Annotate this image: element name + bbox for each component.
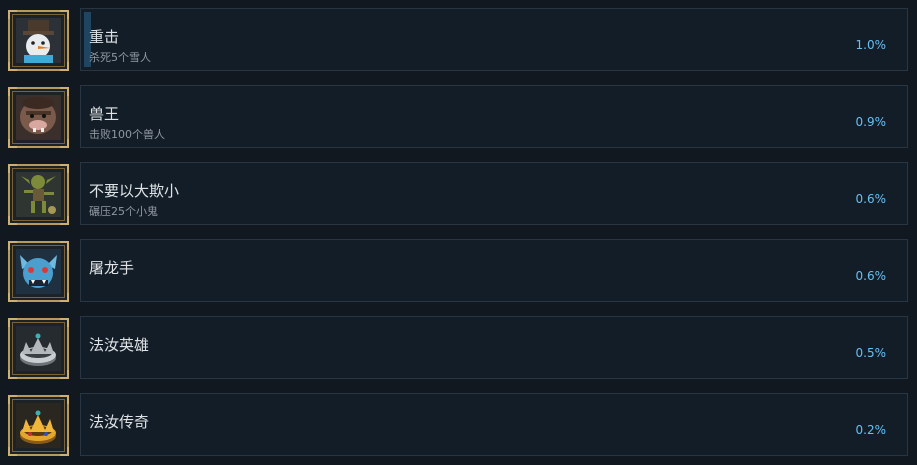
achievement-description: 击败100个兽人	[89, 128, 165, 141]
achievement-card: 法汝英雄 0.5%	[80, 316, 908, 379]
achievement-icon-frame	[8, 87, 69, 148]
orc-icon	[16, 95, 61, 140]
achievement-description: 碾压25个小鬼	[89, 205, 158, 218]
achievement-title: 重击	[89, 28, 120, 46]
achievement-list: 重击 杀死5个雪人 1.0% 兽王 击败100个兽人 0.9% 不要以大欺小 碾…	[0, 0, 917, 465]
achievement-percent: 0.6%	[855, 192, 887, 206]
achievement-title: 法汝传奇	[89, 413, 150, 431]
achievement-title: 法汝英雄	[89, 336, 150, 354]
achievement-icon-frame	[8, 164, 69, 225]
achievement-card: 屠龙手 0.6%	[80, 239, 908, 302]
achievement-row[interactable]: 不要以大欺小 碾压25个小鬼 0.6%	[0, 162, 917, 227]
achievement-row[interactable]: 法汝英雄 0.5%	[0, 316, 917, 381]
achievement-title: 兽王	[89, 105, 120, 123]
dragon-icon	[16, 249, 61, 294]
achievement-row[interactable]: 兽王 击败100个兽人 0.9%	[0, 85, 917, 150]
achievement-percent: 0.9%	[855, 115, 887, 129]
achievement-icon-frame	[8, 318, 69, 379]
achievement-percent: 0.5%	[855, 346, 887, 360]
achievement-description: 杀死5个雪人	[89, 51, 151, 64]
achievement-percent: 0.6%	[855, 269, 887, 283]
achievement-percent: 0.2%	[855, 423, 887, 437]
gold-crown-icon	[16, 403, 61, 448]
achievement-icon-frame	[8, 241, 69, 302]
achievement-row[interactable]: 法汝传奇 0.2%	[0, 393, 917, 458]
achievement-percent: 1.0%	[855, 38, 887, 52]
snowman-icon	[16, 18, 61, 63]
achievement-row[interactable]: 屠龙手 0.6%	[0, 239, 917, 304]
achievement-title: 屠龙手	[89, 259, 135, 277]
achievement-card: 重击 杀死5个雪人 1.0%	[80, 8, 908, 71]
achievement-icon-frame	[8, 10, 69, 71]
achievement-icon-frame	[8, 395, 69, 456]
achievement-card: 法汝传奇 0.2%	[80, 393, 908, 456]
silver-crown-icon	[16, 326, 61, 371]
achievement-title: 不要以大欺小	[89, 182, 180, 200]
goblin-icon	[16, 172, 61, 217]
achievement-card: 不要以大欺小 碾压25个小鬼 0.6%	[80, 162, 908, 225]
achievement-card: 兽王 击败100个兽人 0.9%	[80, 85, 908, 148]
achievement-row[interactable]: 重击 杀死5个雪人 1.0%	[0, 8, 917, 73]
